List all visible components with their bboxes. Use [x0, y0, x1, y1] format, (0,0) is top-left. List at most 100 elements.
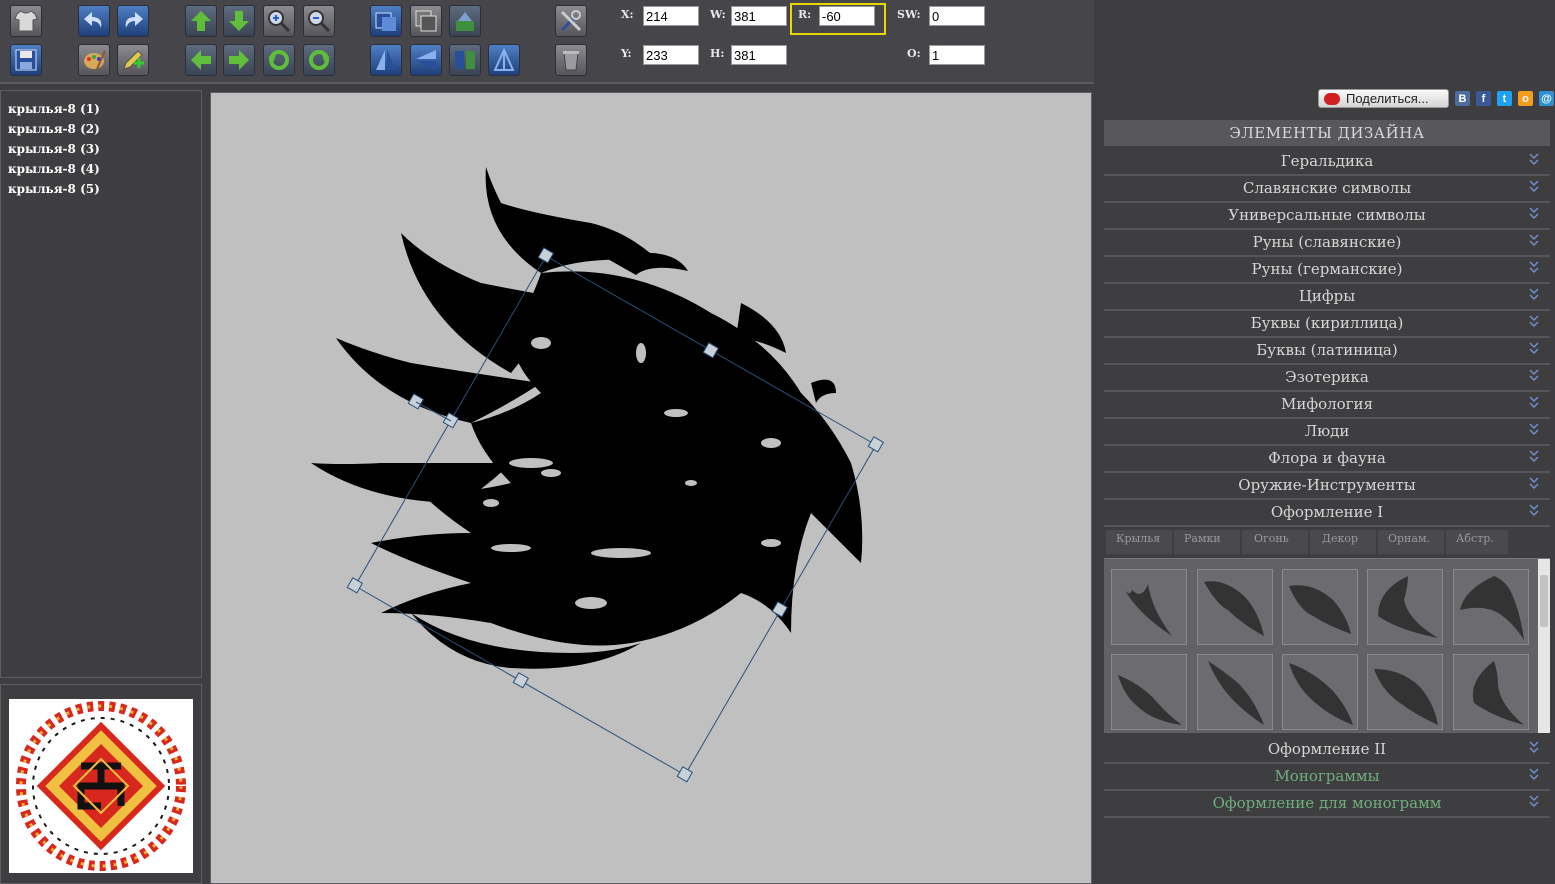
category-item[interactable]: Цифры: [1104, 284, 1550, 311]
design-canvas[interactable]: [210, 92, 1092, 884]
chevron-down-icon: [1529, 450, 1539, 463]
category-label: Буквы (кириллица): [1250, 314, 1404, 332]
facebook-icon[interactable]: f: [1476, 91, 1491, 106]
chevron-down-icon: [1529, 234, 1539, 247]
category-item[interactable]: Оформление для монограмм: [1104, 791, 1550, 818]
preview-panel: [0, 684, 202, 884]
zoom-out-icon[interactable]: [303, 5, 335, 37]
zoom-in-icon[interactable]: [263, 5, 295, 37]
category-label: Славянские символы: [1242, 179, 1412, 197]
flip-horizontal-icon[interactable]: [370, 44, 402, 76]
vk-icon[interactable]: В: [1455, 91, 1470, 106]
wing-thumbnail[interactable]: [1453, 654, 1529, 730]
odnoklassniki-icon[interactable]: о: [1518, 91, 1533, 106]
x-label: X:: [621, 8, 634, 21]
rotation-input[interactable]: [819, 6, 875, 26]
category-label: Мифология: [1280, 395, 1373, 413]
share-button[interactable]: Поделиться...: [1318, 89, 1449, 108]
scrollbar-thumb[interactable]: [1540, 575, 1548, 627]
palette-icon[interactable]: [78, 44, 110, 76]
category-item[interactable]: Эзотерика: [1104, 365, 1550, 392]
chevron-down-icon: [1529, 288, 1539, 301]
category-item[interactable]: Универсальные символы: [1104, 203, 1550, 230]
category-item[interactable]: Руны (славянские): [1104, 230, 1550, 257]
move-left-icon[interactable]: [185, 44, 217, 76]
move-right-icon[interactable]: [223, 44, 255, 76]
wing-thumbnail[interactable]: [1197, 654, 1273, 730]
layer-item[interactable]: крылья-8 (3): [1, 139, 201, 159]
category-item[interactable]: Оформление I: [1104, 500, 1550, 527]
edit-color-icon[interactable]: [117, 44, 149, 76]
category-item[interactable]: Руны (германские): [1104, 257, 1550, 284]
category-item[interactable]: Люди: [1104, 419, 1550, 446]
wing-thumbnail[interactable]: [1367, 654, 1443, 730]
y-input[interactable]: [643, 45, 699, 65]
chevron-down-icon: [1529, 504, 1539, 517]
wing-thumbnail[interactable]: [1197, 569, 1273, 645]
send-back-icon[interactable]: [410, 5, 442, 37]
redo-icon[interactable]: [117, 5, 149, 37]
wing-thumbnail[interactable]: [1453, 569, 1529, 645]
wing-thumbnail[interactable]: [1111, 569, 1187, 645]
w-input[interactable]: [731, 6, 787, 26]
wing-thumbnail[interactable]: [1282, 654, 1358, 730]
x-input[interactable]: [643, 6, 699, 26]
wing-thumbnail[interactable]: [1282, 569, 1358, 645]
slavic-ornament-image: [9, 699, 193, 873]
tab-frames[interactable]: Рамки: [1174, 530, 1240, 554]
chevron-down-icon: [1529, 342, 1539, 355]
stroke-width-input[interactable]: [929, 6, 985, 26]
category-label: Руны (славянские): [1252, 233, 1402, 251]
category-item[interactable]: Геральдика: [1104, 149, 1550, 176]
mirror-icon[interactable]: [449, 44, 481, 76]
save-icon[interactable]: [10, 44, 42, 76]
flip-vertical-icon[interactable]: [410, 44, 442, 76]
category-item[interactable]: Буквы (латиница): [1104, 338, 1550, 365]
chevron-down-icon: [1529, 396, 1539, 409]
category-label: Монограммы: [1274, 767, 1380, 785]
category-item[interactable]: Флора и фауна: [1104, 446, 1550, 473]
rotate-cw-icon[interactable]: [303, 44, 335, 76]
h-input[interactable]: [731, 45, 787, 65]
category-label: Буквы (латиница): [1256, 341, 1398, 359]
wing-thumbnail[interactable]: [1367, 569, 1443, 645]
category-item[interactable]: Оформление II: [1104, 737, 1550, 764]
category-item[interactable]: Мифология: [1104, 392, 1550, 419]
layer-item[interactable]: крылья-8 (2): [1, 119, 201, 139]
mail-icon[interactable]: @: [1539, 91, 1554, 106]
perspective-icon[interactable]: [488, 44, 520, 76]
category-item[interactable]: Буквы (кириллица): [1104, 311, 1550, 338]
align-icon[interactable]: [449, 5, 481, 37]
category-item[interactable]: Оружие-Инструменты: [1104, 473, 1550, 500]
layer-item[interactable]: крылья-8 (4): [1, 159, 201, 179]
tab-abstract[interactable]: Абстр.: [1446, 530, 1508, 554]
layer-item[interactable]: крылья-8 (1): [1, 99, 201, 119]
tab-ornaments[interactable]: Орнам.: [1378, 530, 1444, 554]
move-down-icon[interactable]: [223, 5, 255, 37]
category-label: Оружие-Инструменты: [1238, 476, 1416, 494]
w-label: W:: [710, 8, 726, 21]
move-up-icon[interactable]: [185, 5, 217, 37]
category-label: Флора и фауна: [1268, 449, 1386, 467]
tab-decor[interactable]: Декор: [1310, 530, 1376, 554]
o-label: O:: [907, 47, 921, 60]
trash-icon[interactable]: [555, 44, 587, 76]
h-label: H:: [710, 47, 725, 60]
share-icon: [1324, 92, 1340, 105]
wing-graphic[interactable]: [211, 93, 1092, 884]
layer-item[interactable]: крылья-8 (5): [1, 179, 201, 199]
rotate-ccw-icon[interactable]: [263, 44, 295, 76]
gallery-scrollbar[interactable]: [1538, 559, 1550, 733]
settings-tools-icon[interactable]: [555, 5, 587, 37]
category-item[interactable]: Монограммы: [1104, 764, 1550, 791]
wing-thumbnail[interactable]: [1111, 654, 1187, 730]
tshirt-icon[interactable]: [10, 5, 42, 37]
tab-fire[interactable]: Огонь: [1242, 530, 1308, 554]
bring-front-icon[interactable]: [370, 5, 402, 37]
opacity-input[interactable]: [929, 45, 985, 65]
chevron-down-icon: [1529, 477, 1539, 490]
twitter-icon[interactable]: t: [1497, 91, 1512, 106]
undo-icon[interactable]: [78, 5, 110, 37]
category-item[interactable]: Славянские символы: [1104, 176, 1550, 203]
tab-wings[interactable]: Крылья: [1106, 530, 1172, 554]
